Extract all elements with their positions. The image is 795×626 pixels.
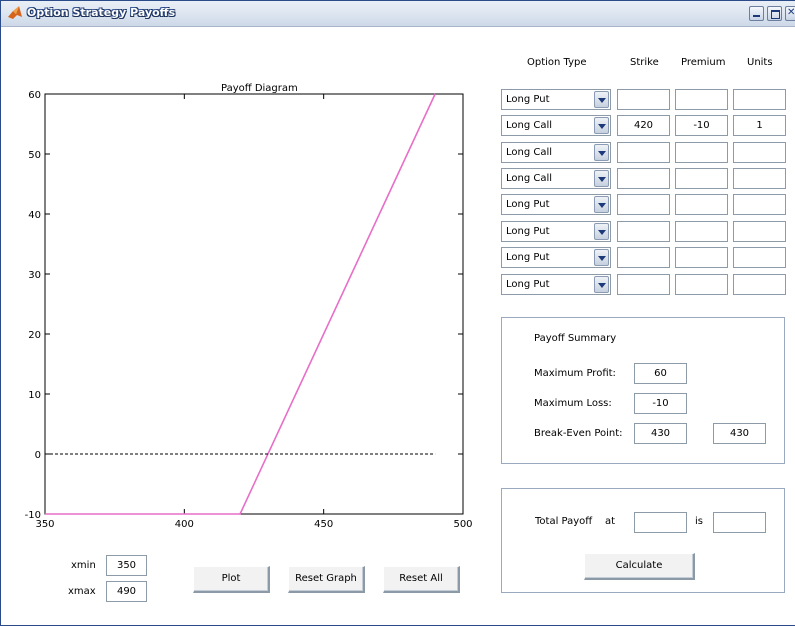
strike-input[interactable] <box>617 247 670 268</box>
x-tick-label: 400 <box>175 519 194 530</box>
plot-axes-box <box>44 93 464 515</box>
strike-input[interactable] <box>617 274 670 295</box>
total-payoff-label: Total Payoff <box>535 516 593 527</box>
total-is-field[interactable] <box>713 512 766 533</box>
units-input[interactable]: 1 <box>733 115 786 136</box>
figure-client-area: Payoff Diagram 350 400 450 500 60 50 40 30 20 10 0… <box>5 27 795 625</box>
option-type-select[interactable]: Long Call <box>501 115 611 136</box>
calculate-button[interactable]: Calculate <box>584 553 695 580</box>
option-type-select[interactable]: Long Put <box>501 274 611 295</box>
plot-button[interactable]: Plot <box>193 566 270 593</box>
maximize-button[interactable] <box>767 6 782 21</box>
option-type-value: Long Call <box>506 120 553 131</box>
option-type-select[interactable]: Long Put <box>501 221 611 242</box>
y-tick-label: 20 <box>28 330 41 341</box>
units-input[interactable] <box>733 221 786 242</box>
xmin-label: xmin <box>71 560 96 571</box>
chevron-down-icon[interactable] <box>594 223 609 240</box>
strike-input[interactable] <box>617 89 670 110</box>
max-profit-label: Maximum Profit: <box>534 368 616 379</box>
strike-input[interactable]: 420 <box>617 115 670 136</box>
strike-input[interactable] <box>617 142 670 163</box>
breakeven-field-1[interactable]: 430 <box>634 423 687 444</box>
premium-input[interactable] <box>675 89 728 110</box>
reset-all-button[interactable]: Reset All <box>383 566 460 593</box>
title-bar[interactable]: Option Strategy Payoffs <box>1 1 795 27</box>
units-input[interactable] <box>733 274 786 295</box>
chevron-down-icon[interactable] <box>594 91 609 108</box>
option-type-header: Option Type <box>527 57 587 68</box>
chevron-down-icon[interactable] <box>594 117 609 134</box>
option-type-select[interactable]: Long Put <box>501 194 611 215</box>
y-tick-label: 50 <box>28 150 41 161</box>
minimize-button[interactable] <box>749 6 764 21</box>
xmax-input[interactable]: 490 <box>106 581 147 602</box>
option-type-select[interactable]: Long Put <box>501 89 611 110</box>
chevron-down-icon[interactable] <box>594 196 609 213</box>
chevron-down-icon[interactable] <box>594 249 609 266</box>
option-type-value: Long Put <box>506 252 550 263</box>
option-type-value: Long Put <box>506 94 550 105</box>
option-type-value: Long Put <box>506 199 550 210</box>
close-button[interactable] <box>785 6 795 21</box>
option-type-select[interactable]: Long Call <box>501 142 611 163</box>
units-input[interactable] <box>733 247 786 268</box>
y-tick-label: 10 <box>28 390 41 401</box>
units-input[interactable] <box>733 168 786 189</box>
chevron-down-icon[interactable] <box>594 170 609 187</box>
strike-input[interactable] <box>617 194 670 215</box>
summary-title: Payoff Summary <box>534 333 617 344</box>
x-tick-label: 450 <box>314 519 333 530</box>
x-tick-label: 500 <box>453 519 472 530</box>
xmax-label: xmax <box>68 586 96 597</box>
strike-input[interactable] <box>617 221 670 242</box>
y-tick-label: 30 <box>28 270 41 281</box>
y-tick-label: 60 <box>28 90 41 101</box>
units-header: Units <box>747 57 773 68</box>
total-at-input[interactable] <box>634 512 687 533</box>
max-profit-field[interactable]: 60 <box>634 363 687 384</box>
strike-input[interactable] <box>617 168 670 189</box>
max-loss-label: Maximum Loss: <box>534 398 612 409</box>
option-type-value: Long Call <box>506 147 553 158</box>
y-tick-label: 40 <box>28 210 41 221</box>
premium-input[interactable] <box>675 168 728 189</box>
premium-header: Premium <box>681 57 726 68</box>
units-input[interactable] <box>733 194 786 215</box>
premium-input[interactable] <box>675 221 728 242</box>
premium-input[interactable]: -10 <box>675 115 728 136</box>
y-tick-label: -10 <box>25 510 41 521</box>
premium-input[interactable] <box>675 142 728 163</box>
option-type-value: Long Put <box>506 226 550 237</box>
breakeven-label: Break-Even Point: <box>534 428 623 439</box>
at-label: at <box>605 516 616 527</box>
option-type-value: Long Call <box>506 173 553 184</box>
matlab-logo-icon <box>8 6 22 19</box>
premium-input[interactable] <box>675 247 728 268</box>
is-label: is <box>695 516 703 527</box>
xmin-input[interactable]: 350 <box>106 555 147 576</box>
chevron-down-icon[interactable] <box>594 276 609 293</box>
option-type-select[interactable]: Long Put <box>501 247 611 268</box>
premium-input[interactable] <box>675 274 728 295</box>
breakeven-field-2[interactable]: 430 <box>713 423 766 444</box>
window-title: Option Strategy Payoffs <box>27 6 176 19</box>
units-input[interactable] <box>733 89 786 110</box>
units-input[interactable] <box>733 142 786 163</box>
chevron-down-icon[interactable] <box>594 144 609 161</box>
strike-header: Strike <box>630 57 659 68</box>
option-type-value: Long Put <box>506 279 550 290</box>
reset-graph-button[interactable]: Reset Graph <box>288 566 365 593</box>
max-loss-field[interactable]: -10 <box>634 393 687 414</box>
app-window: Option Strategy Payoffs Payoff Diagram 3… <box>0 0 795 626</box>
premium-input[interactable] <box>675 194 728 215</box>
y-tick-label: 0 <box>35 450 41 461</box>
option-type-select[interactable]: Long Call <box>501 168 611 189</box>
